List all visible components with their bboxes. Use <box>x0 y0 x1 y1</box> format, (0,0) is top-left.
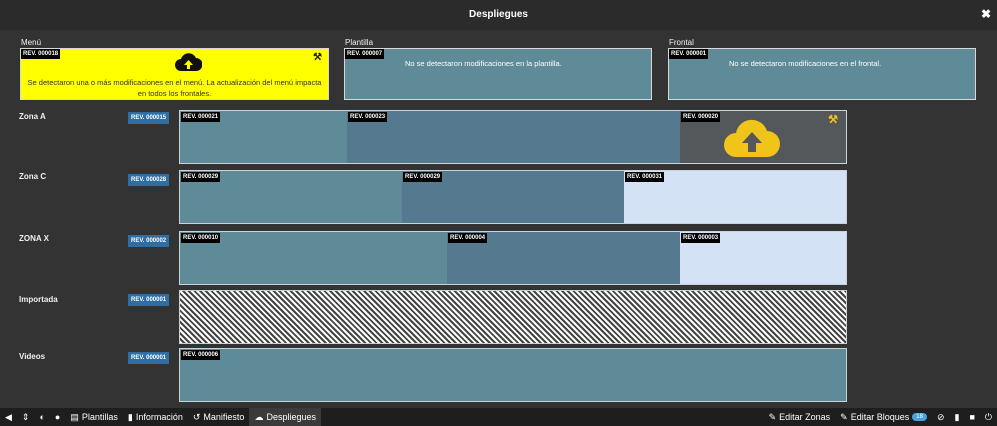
document-icon: ▮ <box>127 411 133 422</box>
document-icon[interactable]: ▮ <box>949 408 964 426</box>
zone-name: Importada <box>19 295 58 304</box>
window-title: Despliegues <box>469 9 528 20</box>
cloud-upload-icon <box>175 53 202 71</box>
plantilla-message: No se detectaron modificaciones en la pl… <box>405 59 562 68</box>
frontal-section-label: Frontal <box>669 38 694 47</box>
contrast-icon[interactable]: ◐ <box>34 408 49 426</box>
cloud-upload-icon: ☁ <box>254 411 264 422</box>
informacion-button[interactable]: ▮ Información <box>123 408 188 426</box>
bottom-toolbar: ◀ ⇕ ◐ ● ▤ Plantillas ▮ Información ↺ Manifi… <box>0 408 997 426</box>
zone-track: REV. 000006 <box>179 348 847 402</box>
menu-card[interactable]: REV. 000018 ⚒ Se detectaron una o más mo… <box>20 48 329 100</box>
zone-segment[interactable]: REV. 000003 <box>680 232 846 284</box>
segment-rev-badge: REV. 000010 <box>181 233 221 243</box>
wrench-icon[interactable]: ⚒ <box>828 113 838 126</box>
editar-zonas-button[interactable]: ✎ Editar Zonas <box>764 408 836 426</box>
manifiesto-label: Manifiesto <box>203 412 245 422</box>
editar-bloques-button[interactable]: ✎ Editar Bloques 18 <box>835 408 932 426</box>
segment-rev-badge: REV. 000029 <box>181 172 221 182</box>
frontal-rev-badge: REV. 000001 <box>669 49 709 59</box>
zone-rev-badge[interactable]: REV. 000002 <box>128 235 170 247</box>
zone-rev-badge[interactable]: REV. 000015 <box>128 112 170 124</box>
zone-segment[interactable]: REV. 000029 <box>180 171 402 223</box>
back-icon[interactable]: ◀ <box>0 408 17 426</box>
plantilla-rev-badge: REV. 000007 <box>345 49 385 59</box>
editar-zonas-label: Editar Zonas <box>779 412 831 422</box>
menu-section-label: Menú <box>21 38 42 47</box>
zone-track-empty[interactable] <box>179 290 847 344</box>
segment-rev-badge: REV. 000003 <box>681 233 721 243</box>
zone-segment[interactable]: REV. 000010 <box>180 232 447 284</box>
zone-rev-badge[interactable]: REV. 000001 <box>128 352 170 364</box>
zone-rev-badge[interactable]: REV. 000028 <box>128 174 170 186</box>
close-icon[interactable]: ✖ <box>981 7 991 21</box>
power-icon[interactable]: ⏻ <box>980 408 997 426</box>
save-icon[interactable]: ■ <box>964 408 979 426</box>
segment-rev-badge: REV. 000021 <box>181 112 221 122</box>
zone-segment[interactable]: REV. 000029 <box>402 171 624 223</box>
title-bar: Despliegues ✖ <box>0 0 997 30</box>
frontal-message: No se detectaron modificaciones en el fr… <box>729 59 882 68</box>
bloques-count-badge: 18 <box>912 413 927 421</box>
zone-name: Zona A <box>19 112 46 121</box>
segment-rev-badge: REV. 000031 <box>625 172 665 182</box>
zone-segment[interactable]: REV. 000023 <box>347 111 680 163</box>
sort-icon[interactable]: ⇕ <box>17 408 35 426</box>
plantillas-button[interactable]: ▤ Plantillas <box>65 408 123 426</box>
segment-rev-badge: REV. 000023 <box>348 112 388 122</box>
zone-name: Videos <box>19 352 46 361</box>
plantilla-card[interactable]: REV. 000007 No se detectaron modificacio… <box>344 48 652 100</box>
segment-rev-badge: REV. 000004 <box>448 233 488 243</box>
edit-icon: ✎ <box>768 411 777 422</box>
despliegues-button[interactable]: ☁ Despliegues <box>249 408 321 426</box>
zone-track: REV. 000010 REV. 000004 REV. 000003 <box>179 231 847 285</box>
zone-track: REV. 000021 REV. 000023 REV. 000020 ⚒ <box>179 110 847 164</box>
zone-track: REV. 000029 REV. 000029 REV. 000031 <box>179 170 847 224</box>
zone-name: Zona C <box>19 172 47 181</box>
zone-name: ZONA X <box>19 234 49 243</box>
informacion-label: Información <box>135 412 183 422</box>
zone-segment[interactable]: REV. 000006 <box>180 349 846 401</box>
plantilla-section-label: Plantilla <box>345 38 374 47</box>
zone-segment[interactable]: REV. 000021 <box>180 111 347 163</box>
cloud-upload-icon <box>724 119 780 157</box>
menu-message: Se detectaron una o más modificaciones e… <box>27 78 322 98</box>
menu-rev-badge: REV. 000018 <box>21 49 61 59</box>
despliegues-label: Despliegues <box>266 412 316 422</box>
zone-segment[interactable]: REV. 000004 <box>447 232 680 284</box>
user-icon[interactable]: ● <box>50 408 65 426</box>
zone-segment[interactable]: REV. 000031 <box>624 171 846 223</box>
wrench-icon[interactable]: ⚒ <box>313 52 322 63</box>
history-icon: ↺ <box>192 411 201 422</box>
zone-rev-badge[interactable]: REV. 000001 <box>128 294 170 306</box>
edit-icon: ✎ <box>840 411 848 422</box>
segment-rev-badge: REV. 000029 <box>403 172 443 182</box>
segment-rev-badge: REV. 000020 <box>681 112 721 122</box>
segment-rev-badge: REV. 000006 <box>181 350 221 360</box>
manifiesto-button[interactable]: ↺ Manifiesto <box>188 408 250 426</box>
hide-icon[interactable]: ⊘ <box>932 408 950 426</box>
plantillas-label: Plantillas <box>81 412 118 422</box>
frontal-card[interactable]: REV. 000001 No se detectaron modificacio… <box>668 48 976 100</box>
zone-segment[interactable]: REV. 000020 ⚒ <box>680 111 846 163</box>
template-icon: ▤ <box>70 411 79 422</box>
editar-bloques-label: Editar Bloques <box>850 412 910 422</box>
